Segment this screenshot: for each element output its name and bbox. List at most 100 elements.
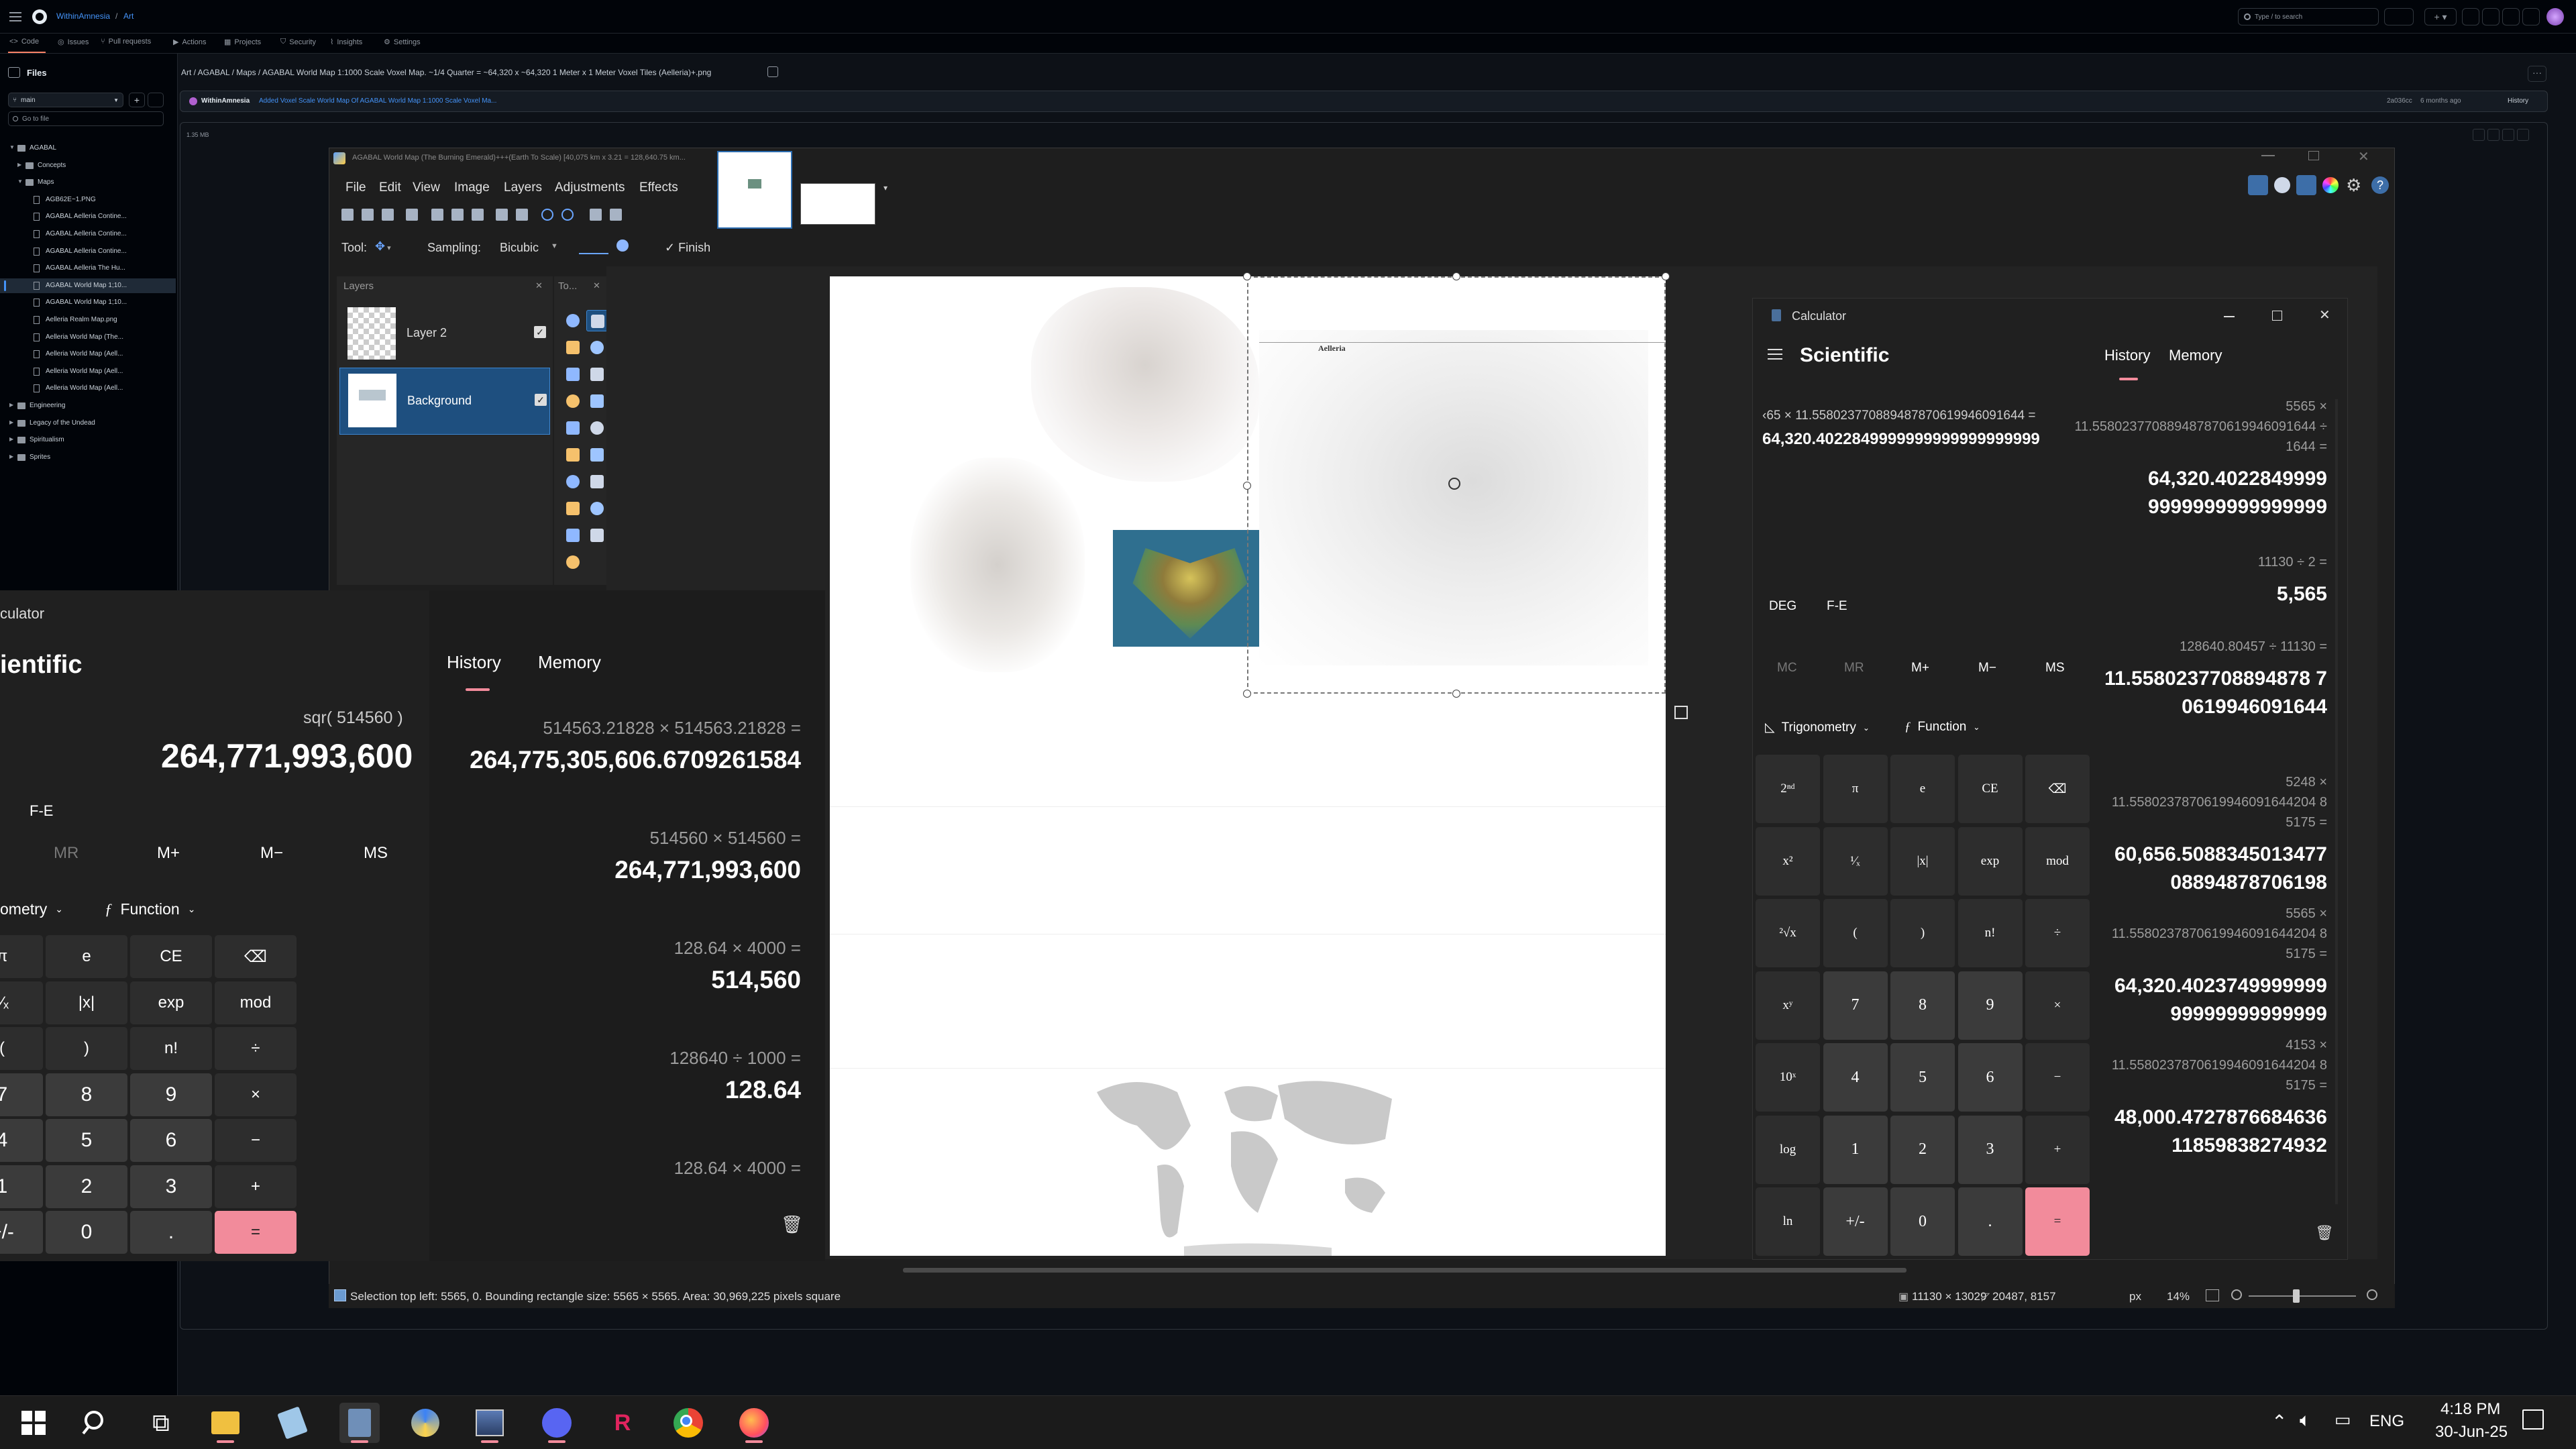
history-item[interactable]: 5565 × 11.558023770889487870619946091644 … [2074,399,2327,533]
magic-wand-icon[interactable] [562,390,584,412]
tab-insights[interactable]: ⌇ Insights [330,38,362,47]
undo-icon[interactable] [540,207,555,222]
firefox-icon[interactable] [734,1403,774,1443]
tool-select[interactable]: ✥ ▾ [375,239,405,254]
crop-icon[interactable] [494,207,509,222]
paint-bucket-icon[interactable] [562,417,584,439]
delete-history-icon[interactable]: 🗑 [2315,1224,2334,1242]
memory-ms-button[interactable]: MS [364,844,388,863]
network-icon[interactable]: ▭ [2334,1409,2351,1430]
selection-handle[interactable] [1452,690,1460,698]
reciprocal-key[interactable]: ¹⁄ₓ [1823,826,1888,896]
tree-file[interactable]: AGABAL Aelleria Contine... [0,244,176,259]
open-paren-key[interactable]: ( [1823,899,1888,967]
digit-2-key[interactable]: 2 [1890,1115,1955,1184]
tree-file[interactable]: Aelleria World Map (Aell... [0,347,176,362]
deg-button[interactable]: DEG [1769,599,1796,614]
repos-icon[interactable] [2502,8,2520,25]
second-key[interactable]: 2ⁿᵈ [1756,755,1820,823]
search-icon[interactable] [75,1403,115,1443]
pi-key[interactable]: π [0,935,43,978]
ruler-icon[interactable] [608,207,623,222]
memory-mplus-button[interactable]: M+ [1911,661,1929,676]
branch-select[interactable]: ⑂ main ▼ [8,93,123,107]
download-icon[interactable] [2487,129,2500,141]
selection-handle[interactable] [1243,272,1251,280]
history-item[interactable]: 128.64 × 4000 = 514,560 [429,938,801,1032]
log-key[interactable]: log [1756,1115,1820,1184]
layer-row[interactable]: Background ✓ [339,368,550,435]
close-paren-key[interactable]: ) [1890,899,1955,967]
layer-visible-checkbox[interactable]: ✓ [535,394,547,406]
image-tab-active[interactable] [717,151,792,229]
history-item[interactable]: 5248 × 11.5580237870619946091644204 8 5175… [2090,775,2327,909]
factorial-key[interactable]: n! [130,1027,212,1070]
digit-1-key[interactable]: 1 [0,1165,43,1208]
mod-key[interactable]: mod [2025,826,2090,896]
absolute-key[interactable]: |x| [46,981,127,1024]
line-curve-icon[interactable] [586,525,608,546]
decimal-key[interactable]: . [1957,1187,2023,1256]
function-dropdown[interactable]: ƒ Function ⌄ [105,900,195,918]
text-icon[interactable] [562,525,584,546]
tree-file[interactable]: AGABAL World Map 1;10... [0,295,176,310]
memory-mplus-button[interactable]: M+ [157,844,180,863]
tab-security[interactable]: ⛉ Security [280,38,316,46]
digit-4-key[interactable]: 4 [0,1119,43,1162]
clock-date[interactable]: 30-Jun-25 [2435,1423,2508,1442]
digit-5-key[interactable]: 5 [46,1119,127,1162]
move-crosshair-icon[interactable] [1448,478,1460,490]
negate-key[interactable]: +/- [0,1211,43,1254]
lasso-select-icon[interactable] [562,337,584,358]
selection-handle[interactable] [1243,690,1251,698]
digit-8-key[interactable]: 8 [46,1073,127,1116]
file-explorer-icon[interactable] [205,1403,246,1443]
digit-7-key[interactable]: 7 [1823,971,1888,1040]
recolor-icon[interactable] [586,498,608,519]
history-link[interactable]: History [2508,97,2528,105]
absolute-key[interactable]: |x| [1890,826,1955,896]
digit-5-key[interactable]: 5 [1890,1043,1955,1112]
clock-time[interactable]: 4:18 PM [2440,1400,2500,1419]
gradient-icon[interactable] [586,417,608,439]
close-icon[interactable]: ✕ [593,280,600,291]
image-tabs-dropdown[interactable]: ▾ [883,183,888,193]
start-button[interactable] [13,1403,54,1443]
help-icon[interactable]: ? [2371,176,2389,194]
window-restore-icon[interactable] [2308,151,2319,160]
square-key[interactable]: x² [1756,826,1820,896]
color-picker-icon[interactable] [586,471,608,492]
rectangle-select-icon[interactable] [562,310,584,331]
raw-button[interactable] [2473,129,2485,141]
commit-hash[interactable]: 2a036cc [2387,97,2412,105]
tab-projects[interactable]: ▦ Projects [224,38,261,47]
tree-file[interactable]: AGABAL World Map 1;10... [0,278,176,293]
paste-icon[interactable] [470,207,485,222]
tree-folder[interactable]: ▶ Sprites [0,450,176,465]
copy-path-icon[interactable] [767,66,778,77]
digit-3-key[interactable]: 3 [130,1165,212,1208]
selection-handle[interactable] [1452,272,1460,280]
menu-edit[interactable]: Edit [379,180,401,195]
sidebar-toggle-icon[interactable] [8,67,20,78]
deselect-icon[interactable] [515,207,529,222]
memory-mminus-button[interactable]: M− [260,844,283,863]
zoom-icon[interactable] [586,364,608,385]
divide-key[interactable]: ÷ [2025,899,2090,967]
zoom-slider[interactable] [2249,1295,2356,1297]
commit-message[interactable]: Added Voxel Scale World Map Of AGABAL Wo… [259,97,496,105]
tree-folder[interactable]: ▶ Engineering [0,398,176,413]
eraser-icon[interactable] [586,444,608,466]
history-scrollbar[interactable] [2335,399,2338,1204]
tab-issues[interactable]: ◎ Issues [58,38,89,47]
menu-adjustments[interactable]: Adjustments [555,180,625,195]
paintdotnet-icon[interactable] [405,1403,445,1443]
history-item[interactable]: 128640.80457 ÷ 11130 = 11.558023770889487… [2090,639,2327,773]
task-view-icon[interactable]: ⧉ [141,1403,181,1443]
minimize-icon[interactable] [2224,316,2235,317]
fe-button[interactable]: F-E [30,802,53,820]
settings-gear-icon[interactable]: ⚙ [2346,175,2361,196]
function-dropdown[interactable]: ƒ Function ⌄ [1904,720,1980,735]
menu-image[interactable]: Image [454,180,490,195]
avatar[interactable] [2546,8,2564,25]
